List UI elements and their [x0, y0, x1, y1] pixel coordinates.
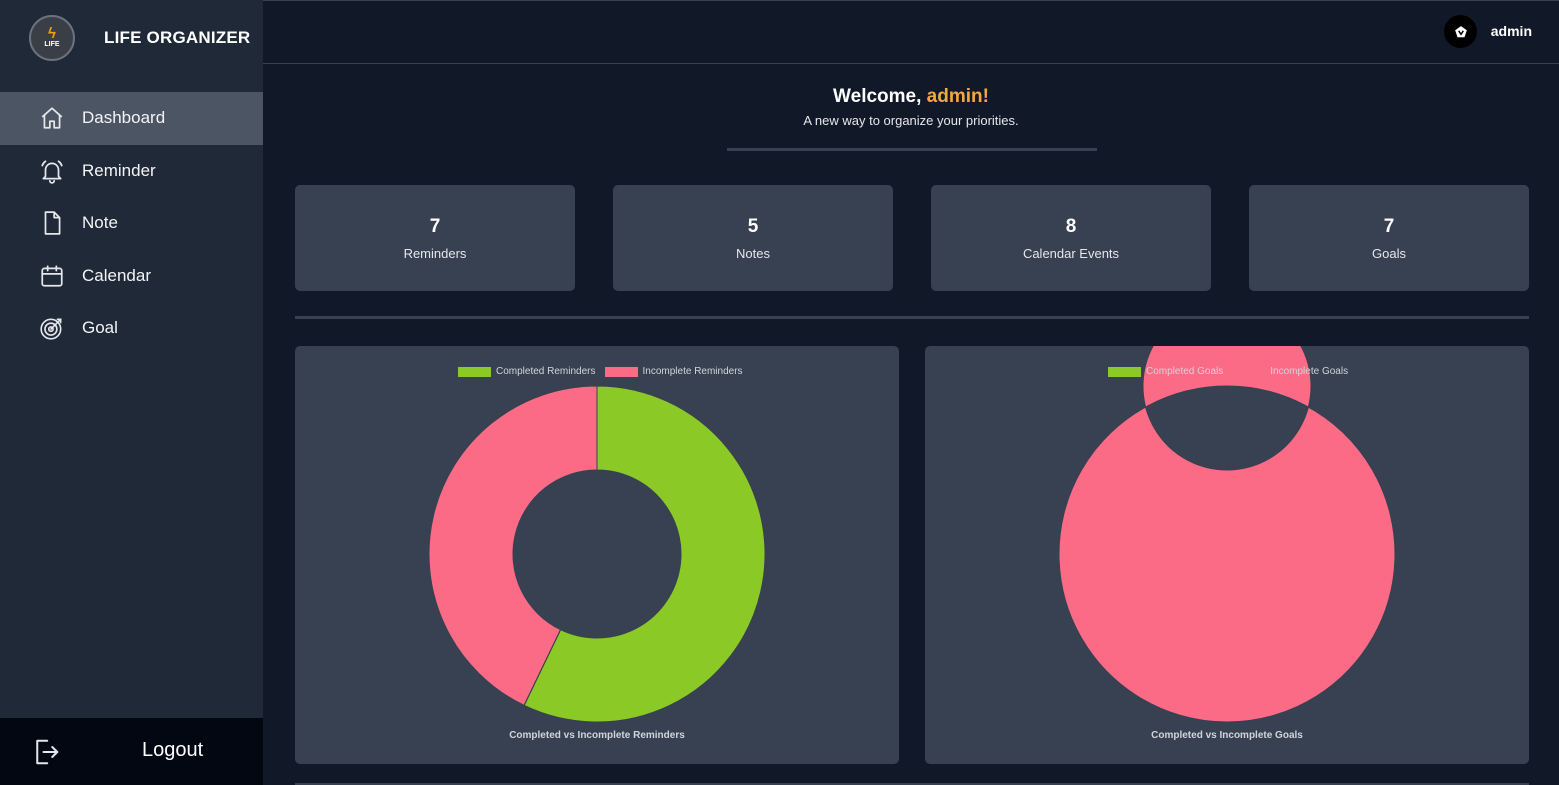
reminders-chart-legend: Completed Reminders Incomplete Reminders [458, 366, 743, 377]
chart-title: Completed vs Incomplete Reminders [509, 730, 685, 741]
sidebar-item-reminder[interactable]: Reminder [0, 145, 263, 198]
goals-donut-chart [1058, 346, 1396, 723]
avatar[interactable] [1444, 15, 1477, 48]
stat-label: Reminders [403, 246, 467, 261]
home-icon [39, 105, 65, 131]
logo-text: LIFE [44, 40, 60, 48]
welcome-name: admin! [926, 86, 989, 107]
logout-icon [31, 737, 61, 772]
welcome-prefix: Welcome, [833, 86, 922, 107]
chart-title: Completed vs Incomplete Goals [1151, 730, 1303, 741]
legend-swatch-completed [1108, 366, 1141, 377]
sidebar-item-label: Dashboard [82, 108, 166, 128]
sidebar-item-label: Calendar [82, 265, 151, 285]
stat-card-notes[interactable]: 5 Notes [613, 185, 893, 291]
stat-label: Goals [1372, 246, 1406, 261]
app-title: LIFE ORGANIZER [104, 27, 251, 47]
calendar-icon [39, 263, 65, 289]
brand[interactable]: ϟ LIFE LIFE ORGANIZER [0, 0, 263, 75]
goals-chart-legend: Completed Goals Incomplete Goals [1108, 366, 1348, 377]
sidebar-item-label: Note [82, 213, 118, 233]
target-icon [39, 315, 65, 341]
sidebar-item-goal[interactable]: Goal [0, 302, 263, 355]
stat-card-calendar-events[interactable]: 8 Calendar Events [931, 185, 1211, 291]
sidebar-item-note[interactable]: Note [0, 197, 263, 250]
sidebar-item-label: Reminder [82, 160, 156, 180]
reminders-chart-panel [295, 346, 899, 764]
stat-value: 7 [429, 216, 441, 237]
legend-swatch-completed [458, 366, 491, 377]
goals-chart-panel [925, 346, 1529, 764]
sidebar-item-dashboard[interactable]: Dashboard [0, 92, 263, 145]
stat-value: 7 [1383, 216, 1395, 237]
divider [727, 148, 1097, 151]
legend-label[interactable]: Completed Goals [1146, 366, 1223, 377]
top-bar: admin [263, 0, 1559, 64]
legend-label[interactable]: Incomplete Goals [1270, 366, 1348, 377]
logout-label: Logout [142, 739, 204, 761]
bolt-icon: ϟ [48, 24, 56, 42]
reminders-donut-chart [428, 385, 766, 723]
stat-label: Calendar Events [1022, 246, 1120, 261]
sidebar: ϟ LIFE LIFE ORGANIZER Dashboard Reminder… [0, 0, 263, 785]
legend-swatch-incomplete [1232, 366, 1266, 377]
stat-value: 5 [747, 216, 759, 237]
username[interactable]: admin [1491, 23, 1532, 39]
welcome-subtitle: A new way to organize your priorities. [803, 113, 1019, 128]
stat-label: Notes [736, 246, 770, 261]
stat-card-reminders[interactable]: 7 Reminders [295, 185, 575, 291]
stat-card-goals[interactable]: 7 Goals [1249, 185, 1529, 291]
legend-swatch-incomplete [604, 366, 638, 377]
sidebar-nav: Dashboard Reminder Note Calendar Goal [0, 92, 263, 355]
bell-icon [39, 158, 65, 184]
sidebar-item-calendar[interactable]: Calendar [0, 250, 263, 303]
legend-label[interactable]: Incomplete Reminders [643, 366, 743, 377]
sidebar-item-label: Goal [82, 318, 118, 338]
welcome-heading: Welcome, admin! [263, 86, 1559, 108]
legend-label[interactable]: Completed Reminders [496, 366, 596, 377]
app-logo: ϟ LIFE [29, 14, 75, 61]
divider [295, 316, 1529, 319]
welcome-section: Welcome, admin! A new way to organize yo… [263, 86, 1559, 128]
logout-button[interactable]: Logout [0, 718, 263, 785]
user-logo-icon [1454, 25, 1467, 37]
file-icon [39, 210, 65, 236]
stat-value: 8 [1065, 216, 1077, 237]
